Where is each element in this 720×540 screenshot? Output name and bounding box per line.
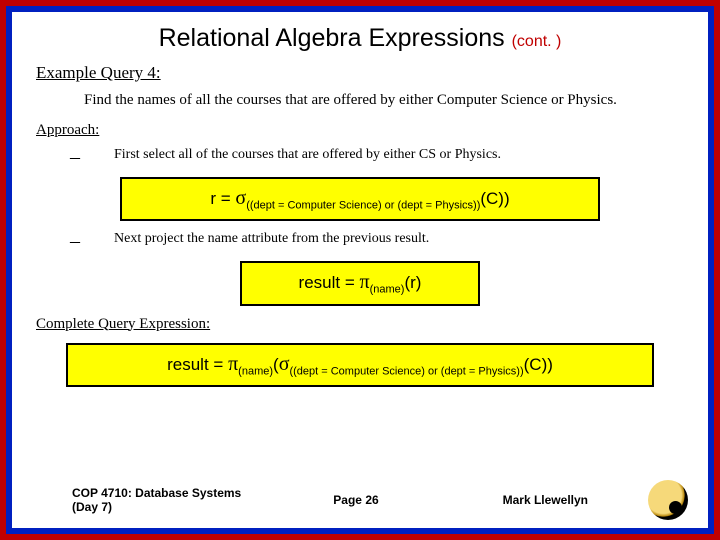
f1-arg: (C)) — [480, 189, 509, 208]
slide-footer: COP 4710: Database Systems (Day 7) Page … — [12, 480, 708, 520]
slide-frame-outer: Relational Algebra Expressions (cont. ) … — [0, 0, 720, 540]
title-cont: (cont. ) — [512, 33, 562, 50]
f1-lhs: r = — [210, 189, 235, 208]
bullet-dash-icon: – — [70, 147, 80, 167]
ucf-logo-icon — [648, 480, 688, 520]
complete-heading: Complete Query Expression: — [36, 316, 690, 333]
pi-icon: π — [228, 353, 238, 375]
slide-title: Relational Algebra Expressions (cont. ) — [30, 24, 690, 53]
slide-frame-mid: Relational Algebra Expressions (cont. ) … — [6, 6, 714, 534]
example-body: Find the names of all the courses that a… — [84, 91, 666, 110]
f3-sub1: (name) — [238, 365, 273, 377]
formula-box-1: r = σ((dept = Computer Science) or (dept… — [120, 177, 600, 221]
example-heading: Example Query 4: — [36, 63, 690, 83]
footer-page: Page 26 — [261, 493, 450, 507]
pi-icon: π — [360, 271, 370, 293]
sigma-icon: σ — [279, 353, 290, 375]
f2-lhs: result = — [299, 273, 360, 292]
f3-sub2: ((dept = Computer Science) or (dept = Ph… — [289, 365, 523, 377]
f3-arg: (C)) — [524, 355, 553, 374]
slide-content: Relational Algebra Expressions (cont. ) … — [12, 12, 708, 528]
step-2-text: Next project the name attribute from the… — [114, 231, 429, 248]
footer-course: COP 4710: Database Systems (Day 7) — [72, 486, 261, 514]
footer-author: Mark Llewellyn — [451, 493, 640, 507]
f3-lhs: result = — [167, 355, 228, 374]
f1-sub: ((dept = Computer Science) or (dept = Ph… — [246, 199, 480, 211]
bullet-dash-icon: – — [70, 231, 80, 251]
title-main: Relational Algebra Expressions — [159, 24, 505, 52]
step-1-row: – First select all of the courses that a… — [70, 147, 690, 167]
f2-sub: (name) — [370, 284, 405, 296]
sigma-icon: σ — [235, 187, 246, 209]
f2-arg: (r) — [404, 273, 421, 292]
approach-heading: Approach: — [36, 122, 690, 139]
step-2-row: – Next project the name attribute from t… — [70, 231, 690, 251]
formula-box-2: result = π(name)(r) — [240, 261, 480, 305]
formula-box-3: result = π(name)(σ((dept = Computer Scie… — [66, 343, 654, 387]
step-1-text: First select all of the courses that are… — [114, 147, 501, 164]
